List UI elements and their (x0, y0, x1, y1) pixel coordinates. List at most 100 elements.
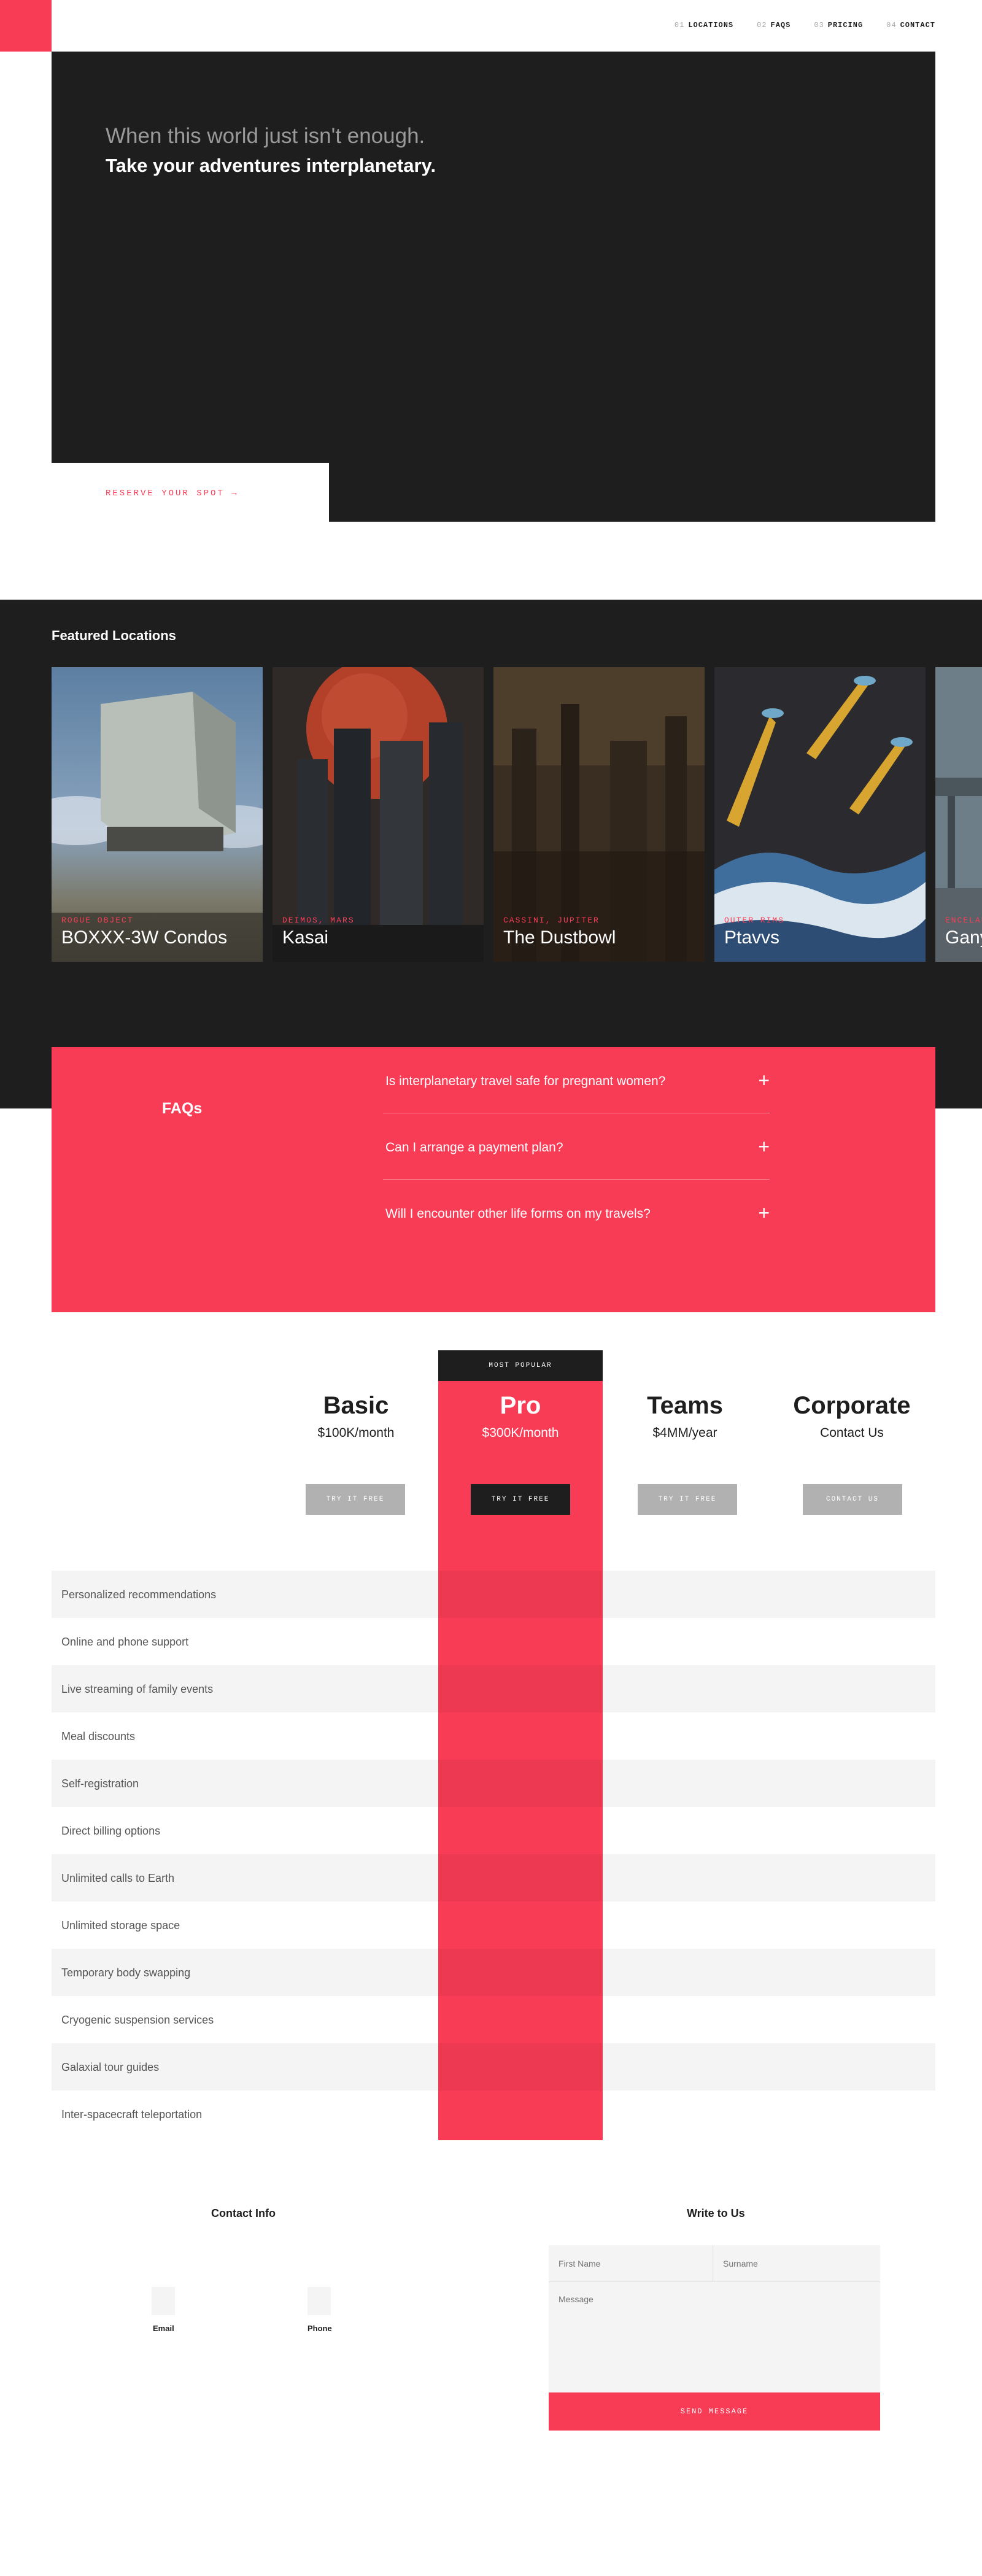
faq-section: FAQs Is interplanetary travel safe for p… (52, 1047, 935, 1312)
faq-item[interactable]: Is interplanetary travel safe for pregna… (383, 1047, 770, 1113)
nav-label: LOCATIONS (688, 21, 734, 29)
plan-name: Basic (323, 1392, 389, 1419)
location-subtitle: ROGUE OBJECT (61, 916, 134, 925)
plan-price: $4MM/year (652, 1426, 717, 1440)
faq-question: Will I encounter other life forms on my … (385, 1207, 651, 1221)
nav-label: CONTACT (900, 21, 935, 29)
surname-cell (713, 2245, 880, 2282)
faq-question: Can I arrange a payment plan? (385, 1140, 563, 1155)
feature-row: Temporary body swapping (52, 1949, 935, 1996)
feature-label: Unlimited calls to Earth (61, 1872, 175, 1884)
feature-label: Cryogenic suspension services (61, 2014, 214, 2026)
surname-field[interactable] (713, 2245, 880, 2281)
contact-info-title: Contact Info (211, 2207, 276, 2219)
feature-row: Inter-spacecraft teleportation (52, 2091, 935, 2138)
nav-number: 03 (814, 21, 824, 29)
location-name: Ptavvs (724, 927, 780, 948)
phone-icon (307, 2287, 331, 2315)
feature-row: Galaxial tour guides (52, 2043, 935, 2091)
feature-row: Personalized recommendations (52, 1571, 935, 1618)
plan-price: $300K/month (482, 1426, 559, 1440)
top-nav: 01 LOCATIONS 02 FAQS 03 PRICING 04 CONTACT (675, 21, 935, 29)
message-field[interactable] (549, 2282, 880, 2392)
location-card-kasai[interactable]: DEIMOS, MARS Kasai (273, 667, 484, 962)
location-subtitle: CASSINI, JUPITER (503, 916, 600, 925)
plan-price: $100K/month (317, 1426, 395, 1440)
plan-price: Contact Us (820, 1426, 884, 1440)
hero-headline: Take your adventures interplanetary. (106, 155, 436, 176)
location-card-ganymede[interactable]: ENCELADUS Ganymede (935, 667, 982, 962)
location-card-ptavvs[interactable]: OUTER RIMS Ptavvs (714, 667, 926, 962)
location-card-boxxx[interactable]: ROGUE OBJECT BOXXX-3W Condos (52, 667, 263, 962)
plan-teams: Teams $4MM/year (603, 1392, 767, 1441)
feature-label: Self-registration (61, 1777, 139, 1790)
feature-label: Online and phone support (61, 1636, 189, 1648)
feature-label: Live streaming of family events (61, 1683, 214, 1695)
faq-item[interactable]: Can I arrange a payment plan? + (383, 1113, 770, 1180)
location-name: Ganymede (945, 927, 982, 948)
feature-row: Self-registration (52, 1760, 935, 1807)
nav-number: 04 (886, 21, 897, 29)
feature-row: Meal discounts (52, 1712, 935, 1760)
plan-name: Pro (500, 1392, 541, 1419)
feature-row: Unlimited calls to Earth (52, 1854, 935, 1901)
plus-icon[interactable]: + (758, 1202, 770, 1224)
plan-corporate: Corporate Contact Us (770, 1392, 934, 1441)
reserve-spot-link[interactable]: RESERVE YOUR SPOT → (106, 489, 239, 498)
plan-name: Teams (647, 1392, 723, 1419)
location-subtitle: OUTER RIMS (724, 916, 785, 925)
location-subtitle: DEIMOS, MARS (282, 916, 355, 925)
feature-label: Temporary body swapping (61, 1967, 191, 1979)
feature-label: Personalized recommendations (61, 1588, 217, 1601)
plan-basic: Basic $100K/month (274, 1392, 438, 1441)
email-icon (152, 2287, 175, 2315)
try-free-button-teams[interactable]: TRY IT FREE (638, 1484, 737, 1515)
feature-label: Meal discounts (61, 1730, 136, 1742)
feature-label: Inter-spacecraft teleportation (61, 2108, 203, 2121)
location-name: The Dustbowl (503, 927, 616, 948)
featured-locations-section: Featured Locations ROGUE OBJECT BOXXX-3W… (0, 600, 982, 1108)
location-name: BOXXX-3W Condos (61, 927, 228, 948)
nav-locations[interactable]: 01 LOCATIONS (675, 21, 733, 29)
feature-row: Direct billing options (52, 1807, 935, 1854)
plan-pro: Pro $300K/month (438, 1392, 603, 1441)
phone-label: Phone (307, 2324, 332, 2333)
location-name: Kasai (282, 927, 329, 948)
reserve-panel: RESERVE YOUR SPOT → (52, 463, 329, 522)
faq-title: FAQs (162, 1100, 203, 1117)
write-to-us-title: Write to Us (687, 2207, 745, 2219)
contact-form (549, 2245, 880, 2392)
logo[interactable] (0, 0, 52, 52)
nav-pricing[interactable]: 03 PRICING (814, 21, 863, 29)
nav-number: 01 (674, 21, 685, 29)
location-subtitle: ENCELADUS (945, 916, 982, 925)
section-title: Featured Locations (52, 628, 176, 643)
first-name-field[interactable] (549, 2245, 713, 2281)
try-free-button-pro[interactable]: TRY IT FREE (471, 1484, 570, 1515)
feature-label: Unlimited storage space (61, 1919, 180, 1932)
nav-number: 02 (757, 21, 767, 29)
send-message-button[interactable]: SEND MESSAGE (549, 2392, 880, 2431)
plus-icon[interactable]: + (758, 1135, 770, 1158)
nav-label: FAQS (770, 21, 791, 29)
feature-row: Online and phone support (52, 1618, 935, 1665)
plan-name: Corporate (793, 1392, 911, 1419)
feature-label: Direct billing options (61, 1825, 161, 1837)
email-label: Email (153, 2324, 174, 2333)
feature-label: Galaxial tour guides (61, 2061, 160, 2073)
feature-row: Unlimited storage space (52, 1901, 935, 1949)
faq-question: Is interplanetary travel safe for pregna… (385, 1074, 666, 1088)
nav-contact[interactable]: 04 CONTACT (886, 21, 935, 29)
feature-row: Live streaming of family events (52, 1665, 935, 1712)
faq-item[interactable]: Will I encounter other life forms on my … (383, 1180, 770, 1246)
nav-faqs[interactable]: 02 FAQS (757, 21, 791, 29)
message-cell (549, 2282, 880, 2392)
hero-section: When this world just isn't enough. Take … (52, 52, 935, 522)
feature-row: Cryogenic suspension services (52, 1996, 935, 2043)
plus-icon[interactable]: + (758, 1069, 770, 1092)
hero-tagline: When this world just isn't enough. (106, 124, 425, 148)
location-card-dustbowl[interactable]: CASSINI, JUPITER The Dustbowl (493, 667, 705, 962)
first-name-cell (549, 2245, 713, 2282)
contact-us-button[interactable]: CONTACT US (803, 1484, 902, 1515)
try-free-button-basic[interactable]: TRY IT FREE (306, 1484, 405, 1515)
